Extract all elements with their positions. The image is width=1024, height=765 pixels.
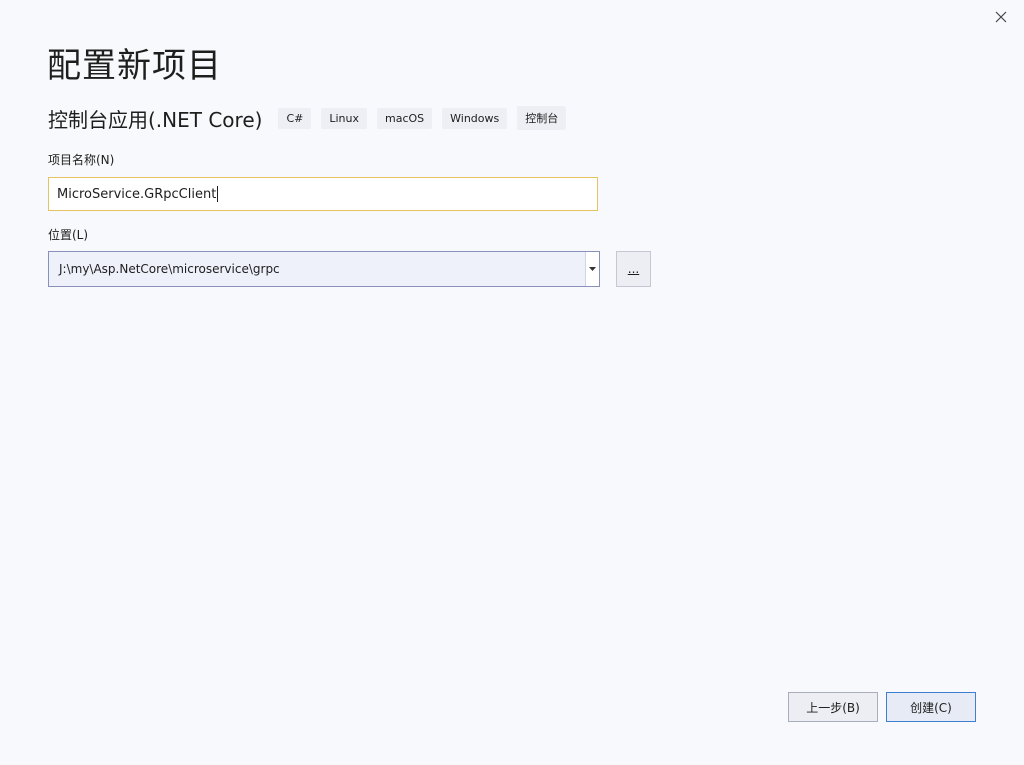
location-combobox[interactable]: J:\my\Asp.NetCore\microservice\grpc	[48, 251, 600, 287]
location-dropdown-button[interactable]	[585, 252, 599, 286]
close-icon	[995, 11, 1007, 23]
template-info: 控制台应用(.NET Core) C# Linux macOS Windows …	[48, 104, 576, 132]
project-name-input[interactable]: MicroService.GRpcClient	[48, 177, 598, 211]
template-name: 控制台应用(.NET Core)	[48, 107, 263, 132]
project-name-value: MicroService.GRpcClient	[57, 186, 217, 202]
text-caret	[217, 186, 219, 202]
create-button[interactable]: 创建(C)	[886, 692, 976, 722]
chevron-down-icon	[589, 267, 596, 271]
tag-project-type: 控制台	[517, 106, 567, 130]
tag-platform-macos: macOS	[376, 107, 433, 129]
project-name-label: 项目名称(N)	[48, 153, 115, 167]
location-value[interactable]: J:\my\Asp.NetCore\microservice\grpc	[49, 252, 585, 286]
page-title: 配置新项目	[47, 46, 222, 86]
back-button[interactable]: 上一步(B)	[788, 692, 878, 722]
tag-language: C#	[278, 107, 312, 129]
tag-platform-windows: Windows	[442, 107, 508, 129]
close-button[interactable]	[990, 6, 1012, 28]
tag-platform-linux: Linux	[321, 107, 367, 129]
browse-button[interactable]: ...	[616, 251, 651, 287]
location-label: 位置(L)	[48, 228, 89, 242]
